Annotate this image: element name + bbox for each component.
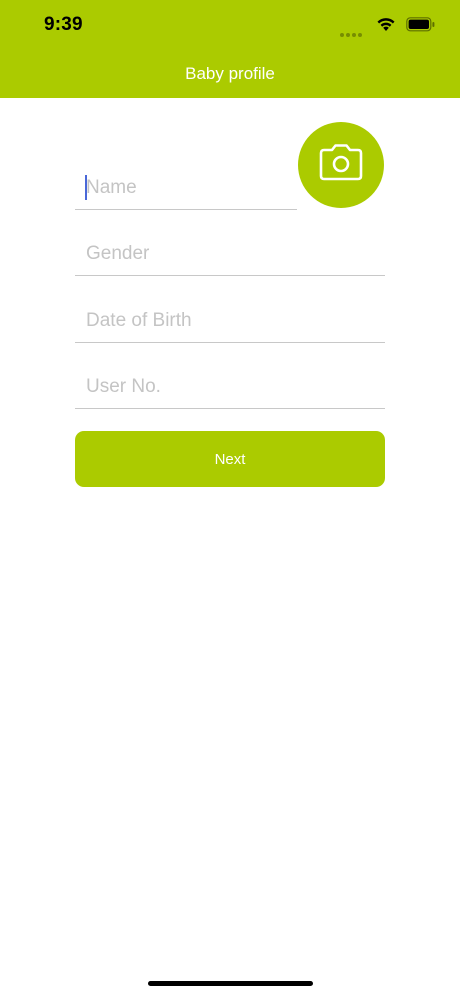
date-of-birth-placeholder: Date of Birth <box>86 310 192 331</box>
page-title: Baby profile <box>185 64 275 83</box>
wifi-icon <box>376 16 396 37</box>
cellular-signal-icon <box>338 24 362 42</box>
user-number-placeholder: User No. <box>86 376 161 397</box>
gender-field[interactable]: Gender <box>75 239 385 276</box>
user-number-field[interactable]: User No. <box>75 372 385 409</box>
name-placeholder: Name <box>86 177 137 198</box>
date-of-birth-field[interactable]: Date of Birth <box>75 306 385 343</box>
home-indicator[interactable] <box>148 981 313 986</box>
name-field[interactable]: Name <box>75 173 297 210</box>
status-bar-time: 9:39 <box>44 14 83 35</box>
gender-placeholder: Gender <box>86 243 150 264</box>
battery-icon <box>406 17 436 37</box>
add-photo-button[interactable] <box>298 122 384 208</box>
status-bar-icons <box>326 14 436 37</box>
camera-icon <box>317 143 365 188</box>
next-button[interactable]: Next <box>75 431 385 487</box>
app-header: 9:39 Baby profile <box>0 0 460 98</box>
